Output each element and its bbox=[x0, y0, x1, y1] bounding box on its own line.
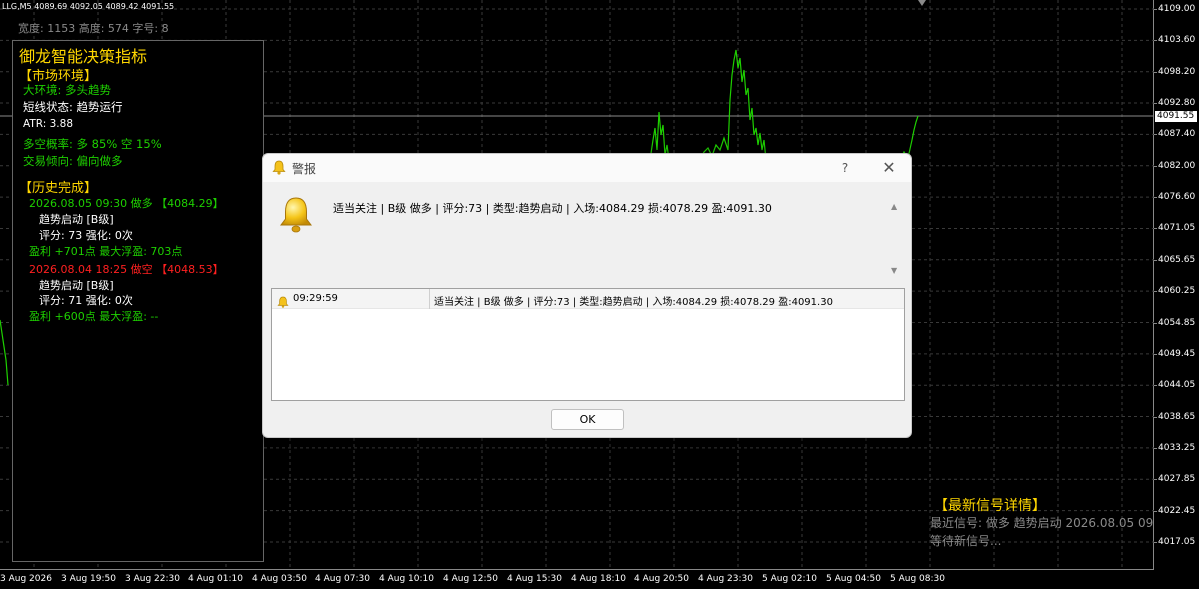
time-label: 4 Aug 18:10 bbox=[571, 574, 626, 584]
time-label: 5 Aug 04:50 bbox=[826, 574, 881, 584]
time-label: 4 Aug 01:10 bbox=[188, 574, 243, 584]
price-label: 4022.45 bbox=[1158, 505, 1196, 516]
bell-icon bbox=[272, 160, 286, 179]
atr-value: ATR: 3.88 bbox=[23, 118, 74, 130]
history-header: 【历史完成】 bbox=[19, 181, 98, 196]
history-2-line: 2026.08.04 18:25 做空 【4048.53】 bbox=[29, 263, 224, 276]
history-1-type: 趋势启动 [B级] bbox=[39, 213, 114, 226]
price-label: 4044.05 bbox=[1158, 380, 1196, 391]
price-tick bbox=[1154, 322, 1157, 324]
price-series-right bbox=[649, 49, 919, 161]
time-label: 4 Aug 23:30 bbox=[698, 574, 753, 584]
price-label: 4054.85 bbox=[1158, 317, 1196, 328]
price-label: 4038.65 bbox=[1158, 411, 1196, 422]
signal-line-1: 最近信号: 做多 趋势启动 2026.08.05 09: bbox=[930, 516, 1158, 530]
time-label: 5 Aug 08:30 bbox=[890, 574, 945, 584]
time-label: 4 Aug 10:10 bbox=[379, 574, 434, 584]
bell-icon bbox=[277, 293, 289, 312]
scroll-up-arrow-icon[interactable]: ▲ bbox=[891, 202, 897, 211]
price-tick bbox=[1154, 291, 1157, 293]
column-divider bbox=[429, 289, 430, 309]
time-label: 3 Aug 19:50 bbox=[61, 574, 116, 584]
indicator-panel: 御龙智能决策指标 【市场环境】 大环境: 多头趋势 短线状态: 趋势运行 ATR… bbox=[12, 40, 264, 562]
price-label: 4076.60 bbox=[1158, 192, 1196, 203]
time-label: 4 Aug 07:30 bbox=[315, 574, 370, 584]
time-label: 4 Aug 03:50 bbox=[252, 574, 307, 584]
short-state: 短线状态: 趋势运行 bbox=[23, 100, 123, 114]
price-tick bbox=[1154, 447, 1157, 449]
price-label: 4027.85 bbox=[1158, 474, 1196, 485]
time-label: 5 Aug 02:10 bbox=[762, 574, 817, 584]
signal-line-2: 等待新信号... bbox=[930, 534, 1002, 548]
price-tick bbox=[1154, 510, 1157, 512]
price-label: 4065.65 bbox=[1158, 254, 1196, 265]
price-label: 4071.05 bbox=[1158, 223, 1196, 234]
dimension-info: 宽度: 1153 高度: 574 字号: 8 bbox=[18, 22, 169, 35]
time-label: 3 Aug 2026 bbox=[0, 574, 52, 584]
price-tick bbox=[1154, 385, 1157, 387]
price-label: 4082.00 bbox=[1158, 160, 1196, 171]
close-button[interactable]: ✕ bbox=[876, 157, 902, 179]
price-tick bbox=[1154, 165, 1157, 167]
price-label: 4049.45 bbox=[1158, 348, 1196, 359]
price-tick bbox=[1154, 40, 1157, 42]
price-tick bbox=[1154, 134, 1157, 136]
alert-message: 适当关注 | B级 做多 | 评分:73 | 类型:趋势启动 | 入场:4084… bbox=[333, 202, 772, 215]
probability: 多空概率: 多 85% 空 15% bbox=[23, 137, 162, 151]
history-2-type: 趋势启动 [B级] bbox=[39, 279, 114, 292]
help-button[interactable]: ? bbox=[834, 157, 856, 179]
trade-tendency: 交易倾向: 偏向做多 bbox=[23, 154, 123, 168]
price-tick bbox=[1154, 228, 1157, 230]
price-label: 4092.80 bbox=[1158, 98, 1196, 109]
price-label: 4017.05 bbox=[1158, 536, 1196, 547]
price-label: 4109.00 bbox=[1158, 4, 1196, 14]
dialog-title: 警报 bbox=[292, 162, 317, 176]
price-tick bbox=[1154, 71, 1157, 73]
price-tick bbox=[1154, 541, 1157, 543]
history-2-profit: 盈利 +600点 最大浮盈: -- bbox=[29, 310, 159, 323]
price-tick bbox=[1154, 197, 1157, 199]
list-item[interactable]: 09:29:59 适当关注 | B级 做多 | 评分:73 | 类型:趋势启动 … bbox=[272, 289, 904, 309]
price-label: 4060.25 bbox=[1158, 286, 1196, 297]
price-label: 4103.60 bbox=[1158, 35, 1196, 46]
price-tick bbox=[1154, 9, 1157, 10]
big-env: 大环境: 多头趋势 bbox=[23, 83, 112, 97]
panel-title: 御龙智能决策指标 bbox=[19, 47, 148, 66]
price-series-left bbox=[0, 319, 9, 386]
ok-button[interactable]: OK bbox=[551, 409, 624, 430]
shift-marker bbox=[918, 0, 926, 6]
time-label: 4 Aug 20:50 bbox=[634, 574, 689, 584]
history-1-profit: 盈利 +701点 最大浮盈: 703点 bbox=[29, 245, 183, 258]
alert-list[interactable]: 09:29:59 适当关注 | B级 做多 | 评分:73 | 类型:趋势启动 … bbox=[271, 288, 905, 401]
time-axis[interactable]: 3 Aug 2026 3 Aug 19:50 3 Aug 22:30 4 Aug 01… bbox=[0, 570, 1199, 589]
price-label: 4087.40 bbox=[1158, 129, 1196, 140]
price-label: 4098.20 bbox=[1158, 66, 1196, 77]
current-price-label: 4091.55 bbox=[1155, 111, 1197, 122]
dialog-titlebar[interactable]: 警报 ? ✕ bbox=[263, 154, 911, 182]
price-label: 4033.25 bbox=[1158, 442, 1196, 453]
time-label: 4 Aug 12:50 bbox=[443, 574, 498, 584]
time-label: 3 Aug 22:30 bbox=[125, 574, 180, 584]
history-1-line: 2026.08.05 09:30 做多 【4084.29】 bbox=[29, 197, 224, 210]
scroll-down-arrow-icon[interactable]: ▼ bbox=[891, 266, 897, 275]
price-tick bbox=[1154, 416, 1157, 418]
history-1-score: 评分: 73 强化: 0次 bbox=[39, 229, 133, 242]
large-bell-icon bbox=[276, 195, 316, 239]
symbol-info: LLG,M5 4089.69 4092.05 4089.42 4091.55 bbox=[2, 2, 175, 11]
price-tick bbox=[1154, 479, 1157, 481]
history-2-score: 评分: 71 强化: 0次 bbox=[39, 294, 133, 307]
price-axis[interactable]: 4109.00 4103.60 4098.20 4092.80 4087.40 4082.… bbox=[1154, 0, 1199, 570]
alert-row-message: 适当关注 | B级 做多 | 评分:73 | 类型:趋势启动 | 入场:4084… bbox=[434, 297, 833, 308]
price-tick bbox=[1154, 353, 1157, 355]
time-label: 4 Aug 15:30 bbox=[507, 574, 562, 584]
signal-title: 【最新信号详情】 bbox=[934, 498, 1046, 514]
price-tick bbox=[1154, 103, 1157, 105]
price-tick bbox=[1154, 259, 1157, 261]
alert-time: 09:29:59 bbox=[293, 293, 338, 304]
alert-dialog: 警报 ? ✕ 适当关注 | B级 做多 | 评分:73 | 类型:趋势启动 | … bbox=[262, 153, 912, 438]
